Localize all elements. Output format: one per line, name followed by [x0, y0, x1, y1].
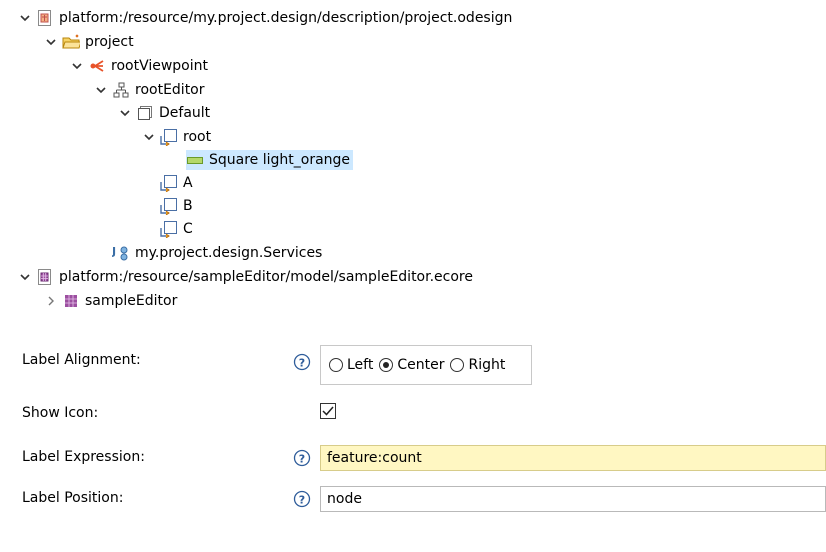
chevron-down-icon[interactable] [142, 127, 156, 147]
tree-item-label: Square light_orange [209, 152, 351, 168]
svg-text:J: J [112, 245, 116, 258]
square-style-icon [186, 151, 204, 169]
chevron-right-icon[interactable] [44, 291, 58, 311]
show-icon-checkbox[interactable] [320, 403, 336, 419]
svg-text:?: ? [299, 357, 305, 370]
radio-right-circle[interactable] [450, 358, 465, 372]
tree-item-label: rootEditor [135, 82, 205, 98]
chevron-down-icon[interactable] [118, 103, 132, 123]
epackage-icon [62, 292, 80, 310]
tree-item-project[interactable]: project [44, 32, 134, 52]
help-icon[interactable]: ? [293, 353, 311, 371]
tree-item-label: project [85, 34, 134, 50]
tree-item-a[interactable]: A [142, 173, 193, 193]
node-mapping-icon [160, 128, 178, 146]
chevron-down-icon[interactable] [94, 80, 108, 100]
odesign-file-icon [36, 9, 54, 27]
tree-item-odesign[interactable]: platform:/resource/my.project.design/des… [18, 8, 512, 28]
tree-item-label: my.project.design.Services [135, 245, 323, 261]
tree-item-label: Default [159, 105, 211, 121]
label-position-input[interactable]: node [320, 486, 826, 512]
tree-item-label: C [183, 221, 193, 237]
layer-icon [136, 104, 154, 122]
svg-text:?: ? [299, 494, 305, 507]
label-alignment-label: Label Alignment: [22, 352, 141, 368]
project-folder-icon [62, 33, 80, 51]
radio-center-circle[interactable] [379, 358, 394, 372]
tree-item-label: root [183, 129, 212, 145]
chevron-down-icon[interactable] [44, 32, 58, 52]
radio-left-circle[interactable] [329, 358, 343, 372]
tree-item-label: A [183, 175, 193, 191]
help-icon[interactable]: ? [293, 449, 311, 467]
label-position-label: Label Position: [22, 490, 124, 506]
label-alignment-radio-group: Left Center Right [320, 345, 532, 385]
chevron-down-icon[interactable] [18, 267, 32, 287]
help-icon[interactable]: ? [293, 490, 311, 508]
tree-item-label: rootViewpoint [111, 58, 208, 74]
viewpoint-icon [88, 57, 106, 75]
ecore-file-icon [36, 268, 54, 286]
label-expression-input[interactable]: feature:count [320, 445, 826, 471]
node-mapping-icon [160, 220, 178, 238]
tree-item-label: B [183, 198, 193, 214]
node-mapping-icon [160, 174, 178, 192]
radio-left[interactable]: Left [329, 357, 373, 373]
node-mapping-icon [160, 197, 178, 215]
chevron-down-icon[interactable] [18, 8, 32, 28]
tree-item-default-layer[interactable]: Default [118, 103, 210, 123]
tree-item-label: sampleEditor [85, 293, 178, 309]
java-extension-icon: J [112, 244, 130, 262]
tree-item-sample-editor[interactable]: sampleEditor [44, 291, 177, 311]
tree-item-root-viewpoint[interactable]: rootViewpoint [70, 56, 208, 76]
chevron-down-icon[interactable] [70, 56, 84, 76]
diagram-editor-icon [112, 81, 130, 99]
tree-item-c[interactable]: C [142, 219, 193, 239]
tree-item-services[interactable]: J my.project.design.Services [94, 243, 322, 263]
tree-item-ecore[interactable]: platform:/resource/sampleEditor/model/sa… [18, 267, 473, 287]
radio-center-label: Center [397, 357, 445, 373]
tree-item-b[interactable]: B [142, 196, 193, 216]
selection-highlight: Square light_orange [186, 150, 354, 170]
tree-item-label: platform:/resource/my.project.design/des… [59, 10, 513, 26]
show-icon-label: Show Icon: [22, 405, 99, 421]
radio-left-label: Left [347, 357, 374, 373]
radio-right[interactable]: Right [450, 357, 505, 373]
tree-item-root[interactable]: root [142, 127, 211, 147]
checkmark-icon [322, 406, 334, 416]
tree-item-root-editor[interactable]: rootEditor [94, 80, 205, 100]
svg-text:?: ? [299, 453, 305, 466]
radio-right-label: Right [468, 357, 506, 373]
radio-center[interactable]: Center [379, 357, 444, 373]
tree-item-label: platform:/resource/sampleEditor/model/sa… [59, 269, 473, 285]
label-expression-label: Label Expression: [22, 449, 145, 465]
tree-item-square-style[interactable]: Square light_orange [168, 150, 354, 170]
